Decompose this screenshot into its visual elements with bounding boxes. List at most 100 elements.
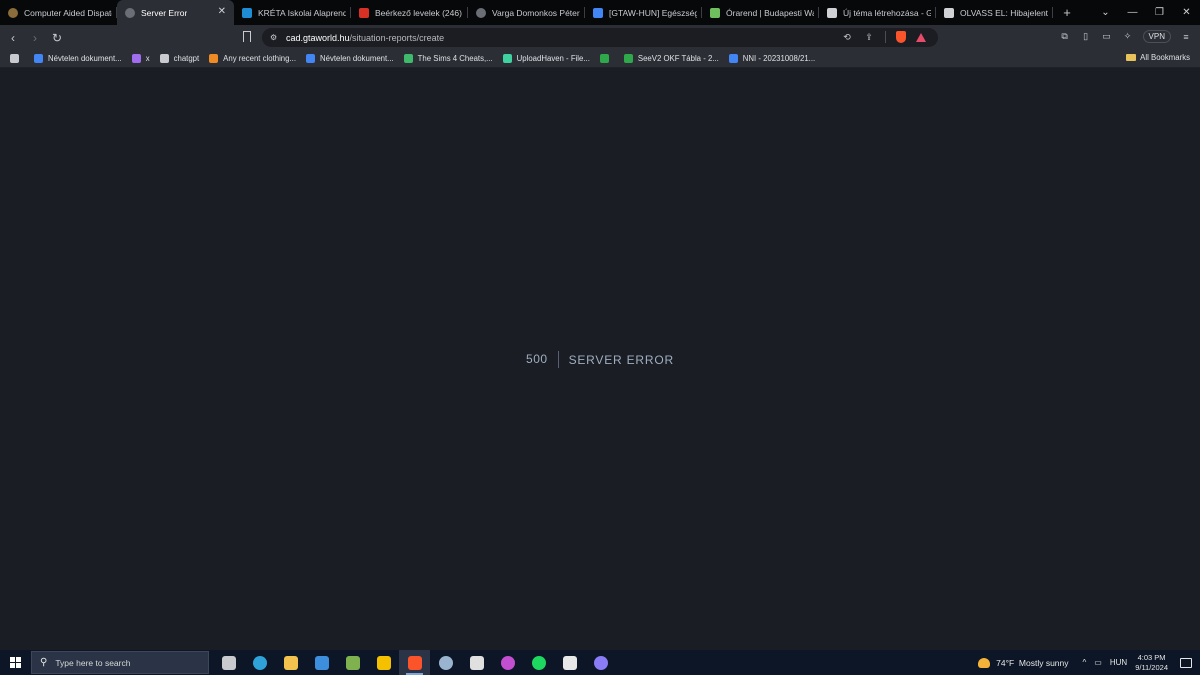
bookmark-10[interactable]: NNI - 20231008/21...: [728, 54, 816, 63]
url-path: /situation-reports/create: [349, 32, 445, 43]
leo-ai-icon[interactable]: ✧: [1122, 31, 1134, 43]
taskbar-app-11[interactable]: [554, 650, 585, 675]
address-bar-actions: ⟲ ⇪: [841, 31, 926, 43]
docs-icon: [593, 7, 603, 18]
app-icon: [500, 655, 515, 670]
tab-4[interactable]: Varga Domonkos Péter-SZ: [468, 0, 585, 25]
restore-button[interactable]: ❐: [1146, 7, 1173, 18]
tab-3[interactable]: Beérkező levelek (246) - v: [351, 0, 468, 25]
sidebar-icon[interactable]: ▯: [1080, 31, 1092, 43]
tab-search-icon[interactable]: ⌄: [1092, 7, 1119, 18]
network-icon[interactable]: ▭: [1094, 658, 1102, 667]
language-indicator[interactable]: HUN: [1110, 658, 1127, 667]
taskbar-app-5[interactable]: [368, 650, 399, 675]
bookmark-favicon-icon: [728, 54, 738, 63]
close-window-button[interactable]: ✕: [1173, 7, 1200, 18]
taskbar-app-6[interactable]: [399, 650, 430, 675]
bookmark-6[interactable]: The Sims 4 Cheats,...: [403, 54, 493, 63]
bookmark-8[interactable]: [599, 54, 614, 63]
history-icon[interactable]: ⟲: [841, 31, 853, 43]
extensions-icon[interactable]: ⧉: [1059, 31, 1071, 43]
bookmark-5[interactable]: Névtelen dokument...: [305, 54, 394, 63]
reload-button[interactable]: ↻: [48, 31, 66, 45]
tab-close-icon[interactable]: ✕: [218, 6, 226, 17]
taskbar-app-12[interactable]: [585, 650, 616, 675]
forward-button[interactable]: ›: [26, 31, 44, 45]
taskbar-app-7[interactable]: [430, 650, 461, 675]
windows-icon: [9, 657, 21, 668]
tab-1[interactable]: Server Error ✕: [117, 0, 234, 25]
tab-0[interactable]: Computer Aided Dispatch: [0, 0, 117, 25]
divider: [885, 31, 886, 43]
tab-strip: Computer Aided Dispatch Server Error ✕ KRÉT…: [0, 0, 1200, 25]
bookmark-4[interactable]: Any recent clothing...: [209, 54, 296, 63]
bookmark-9[interactable]: SeeV2 OKF Tábla - 2...: [623, 54, 719, 63]
tab-2[interactable]: KRÉTA Iskolai Alaprendszer: [234, 0, 351, 25]
address-bar[interactable]: ⚙ cad.gtaworld.hu/situation-reports/crea…: [262, 28, 938, 47]
weather-widget[interactable]: 74°F Mostly sunny: [978, 657, 1069, 668]
share-icon[interactable]: ⇪: [863, 31, 875, 43]
new-tab-button[interactable]: +: [1057, 5, 1077, 20]
taskbar-app-9[interactable]: [492, 650, 523, 675]
bookmark-7[interactable]: UploadHaven - File...: [502, 54, 590, 63]
back-button[interactable]: ‹: [4, 31, 22, 45]
menu-icon[interactable]: ≡: [1180, 31, 1192, 43]
bookmark-favicon-icon: [131, 54, 141, 63]
task-view-icon: [221, 655, 236, 670]
taskbar-app-2[interactable]: [275, 650, 306, 675]
all-bookmarks-button[interactable]: All Bookmarks: [1126, 53, 1190, 62]
tray-chevron-icon[interactable]: ^: [1083, 658, 1087, 667]
ps-remote-icon: [562, 655, 577, 670]
gmail-icon: [359, 7, 369, 18]
bookmark-label: chatgpt: [173, 54, 200, 63]
search-placeholder: Type here to search: [55, 657, 131, 668]
taskbar-app-8[interactable]: [461, 650, 492, 675]
brave-shields-icon[interactable]: [896, 31, 906, 43]
bookmark-label: Névtelen dokument...: [319, 54, 394, 63]
bookmark-label: Any recent clothing...: [223, 54, 296, 63]
notifications-icon[interactable]: [1180, 657, 1192, 668]
brave-rewards-icon[interactable]: [916, 32, 926, 42]
forum-icon: [944, 7, 954, 18]
tab-8[interactable]: OLVASS EL: Hibajelentés I: [936, 0, 1053, 25]
store-icon: [314, 655, 329, 670]
taskbar-apps: [213, 650, 616, 675]
url-text[interactable]: cad.gtaworld.hu/situation-reports/create: [286, 33, 444, 43]
globe-icon: [125, 7, 135, 18]
search-icon: ⚲: [40, 657, 48, 668]
wallet-icon[interactable]: ▭: [1101, 31, 1113, 43]
weather-temp: 74°F: [996, 657, 1015, 668]
bookmark-1[interactable]: Névtelen dokument...: [34, 54, 122, 63]
bookmark-0[interactable]: [10, 54, 24, 63]
forum-icon: [827, 7, 837, 18]
url-host: cad.gtaworld.hu: [286, 32, 350, 43]
bookmarks-bar: Névtelen dokument... x chatgpt Any recent c…: [0, 50, 1200, 68]
gtaworld-icon: [8, 7, 18, 18]
bookmark-favicon-icon: [34, 54, 43, 63]
bookmark-label: NNI - 20231008/21...: [742, 54, 816, 63]
taskbar-app-3[interactable]: [306, 650, 337, 675]
bookmark-page-icon[interactable]: [243, 31, 251, 42]
taskbar-search[interactable]: ⚲ Type here to search: [31, 651, 209, 674]
all-bookmarks-label: All Bookmarks: [1140, 53, 1190, 62]
start-button[interactable]: [0, 650, 30, 675]
tab-7[interactable]: Új téma létrehozása - GTA: [819, 0, 936, 25]
bookmark-favicon-icon: [159, 54, 169, 63]
bookmark-list: Névtelen dokument... x chatgpt Any recent c…: [0, 54, 815, 63]
clock[interactable]: 4:03 PM 9/11/2024: [1135, 653, 1168, 673]
rockstar-icon: [376, 655, 391, 670]
minimize-button[interactable]: —: [1119, 7, 1146, 18]
bookmark-3[interactable]: chatgpt: [159, 54, 200, 63]
site-info-icon[interactable]: ⚙: [270, 33, 282, 42]
taskbar-app-0[interactable]: [213, 650, 244, 675]
taskbar-app-4[interactable]: [337, 650, 368, 675]
vpn-button[interactable]: VPN: [1142, 30, 1171, 43]
taskbar-app-10[interactable]: [523, 650, 554, 675]
toolbar-right: ⧉ ▯ ▭ ✧ VPN ≡: [1059, 30, 1192, 43]
tab-6[interactable]: Órarend | Budapesti Ward: [702, 0, 819, 25]
bookmark-2[interactable]: x: [131, 54, 150, 63]
taskbar-app-1[interactable]: [244, 650, 275, 675]
window-controls: ⌄ — ❐ ✕: [1092, 0, 1200, 25]
tab-5[interactable]: [GTAW-HUN] Egészségügy: [585, 0, 702, 25]
browser-toolbar: ‹ › ↻ ⚙ cad.gtaworld.hu/situation-report…: [0, 25, 1200, 50]
